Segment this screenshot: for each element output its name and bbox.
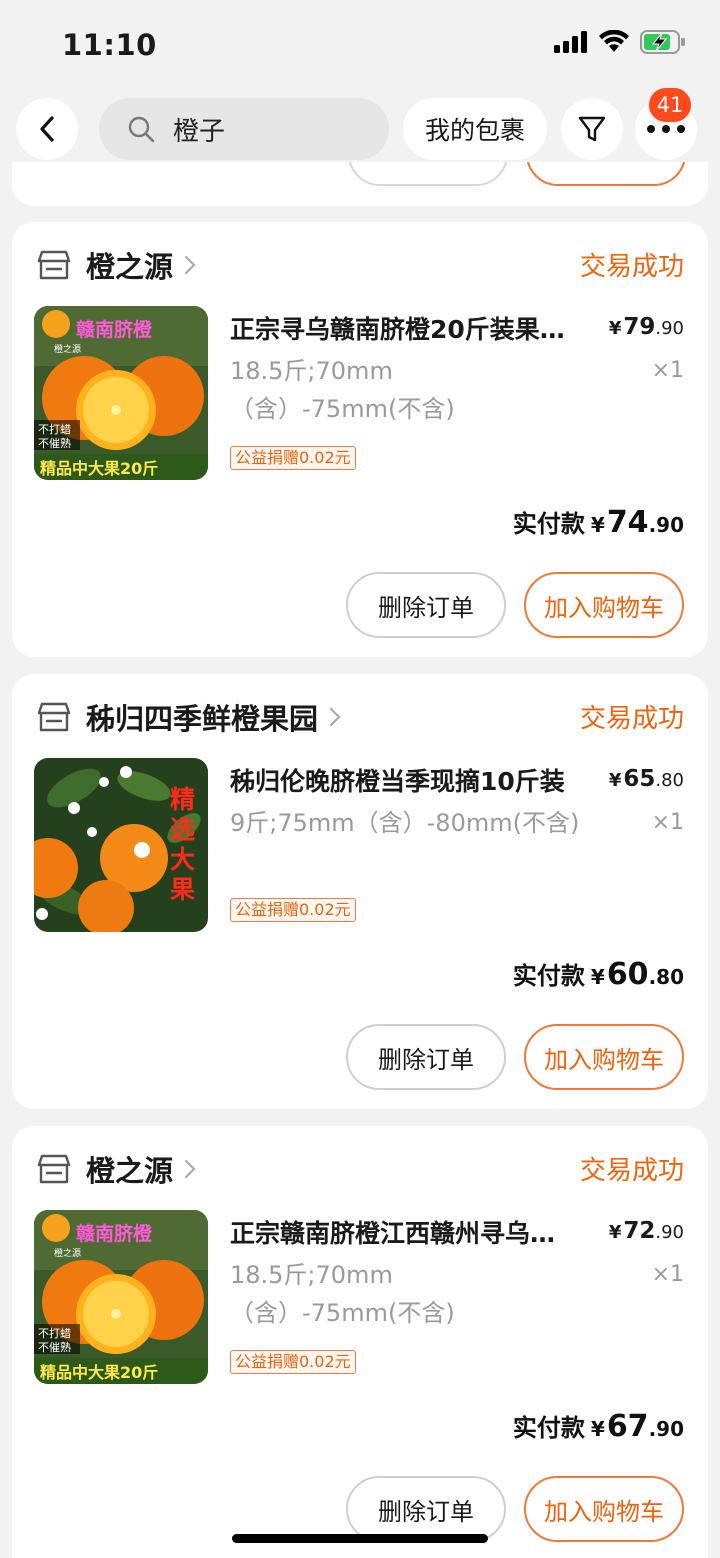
shop-name: 橙之源 (86, 1154, 174, 1188)
product-thumbnail[interactable]: 橙之源 赣南脐橙 不打蜡 不催熟 精品中大果20斤 (34, 306, 208, 480)
thumb-tag-2: 不催熟 (38, 1340, 71, 1354)
product-spec: 18.5斤;70mm（含）-75mm(不含) (230, 1261, 455, 1327)
thumb-char-2: 选 (170, 815, 195, 844)
thumb-char-1: 精 (170, 785, 195, 814)
product-title[interactable]: 正宗赣南脐橙江西赣州寻乌脐橙 (230, 1214, 576, 1250)
chevron-left-icon (40, 116, 54, 142)
charity-badge: 公益捐赠0.02元 (230, 898, 356, 922)
paid-amount: 实付款 ¥ 67 .90 (512, 1409, 684, 1444)
product-quantity: ×1 (651, 810, 684, 835)
status-bar: 11:10 (0, 0, 720, 90)
shop-link[interactable]: 橙之源 (36, 244, 197, 286)
battery-charging-icon (640, 30, 685, 54)
previous-order-card-partial (12, 162, 708, 206)
chevron-right-icon (329, 707, 341, 727)
status-time: 11:10 (62, 28, 157, 62)
my-packages-button[interactable]: 我的包裹 (403, 98, 547, 160)
thumb-banner: 赣南脐橙 (76, 318, 153, 341)
thumb-char-3: 大 (170, 845, 195, 874)
order-status: 交易成功 (579, 1156, 684, 1186)
order-card: 秭归四季鲜橙果园 交易成功 精 选 大 果 秭归伦晚脐橙当季现摘10斤装 ¥65… (12, 674, 708, 1109)
delete-order-button[interactable]: 删除订单 (346, 1476, 506, 1542)
back-button[interactable] (16, 98, 78, 160)
home-indicator[interactable] (232, 1534, 488, 1543)
order-card: 橙之源 交易成功 橙之源 赣南脐橙 不打蜡 不催熟 精品中大果20斤 正宗寻乌赣… (12, 222, 708, 657)
product-spec: 9斤;75mm（含）-80mm(不含) (230, 809, 580, 837)
signal-icon (554, 31, 587, 53)
filter-button[interactable] (561, 98, 623, 160)
charity-badge: 公益捐赠0.02元 (230, 446, 356, 470)
delete-order-button[interactable]: 删除订单 (346, 1024, 506, 1090)
filter-icon (578, 116, 606, 142)
search-icon (128, 116, 155, 143)
thumb-footer: 精品中大果20斤 (40, 459, 158, 478)
thumb-char-4: 果 (170, 875, 195, 904)
add-to-cart-button[interactable]: 加入购物车 (524, 1476, 684, 1542)
orange-product-image: 橙之源 赣南脐橙 不打蜡 不催熟 精品中大果20斤 (34, 306, 208, 480)
thumb-tag-2: 不催熟 (38, 436, 71, 450)
shop-name: 橙之源 (86, 250, 174, 284)
shop-link[interactable]: 秭归四季鲜橙果园 (36, 696, 342, 738)
store-icon (37, 702, 71, 732)
more-dots-icon (647, 125, 685, 133)
add-to-cart-button-partial[interactable] (526, 162, 686, 186)
orange-tree-product-image: 精 选 大 果 (34, 758, 208, 932)
shop-name: 秭归四季鲜橙果园 (86, 702, 319, 736)
product-quantity: ×1 (651, 1262, 684, 1287)
chevron-right-icon (184, 255, 196, 275)
header: 橙子 我的包裹 (0, 96, 720, 162)
status-icons (554, 30, 686, 54)
product-spec: 18.5斤;70mm（含）-75mm(不含) (230, 357, 455, 423)
product-title[interactable]: 秭归伦晚脐橙当季现摘10斤装 (230, 762, 576, 798)
search-input[interactable]: 橙子 (99, 98, 389, 160)
thumb-brand: 橙之源 (54, 343, 81, 355)
chevron-right-icon (184, 1159, 196, 1179)
store-icon (37, 250, 71, 280)
paid-amount: 实付款 ¥ 60 .80 (512, 957, 684, 992)
charity-badge: 公益捐赠0.02元 (230, 1350, 356, 1374)
thumb-footer: 精品中大果20斤 (40, 1363, 158, 1382)
product-price: ¥65.80 (608, 766, 684, 792)
orange-product-image: 橙之源 赣南脐橙 不打蜡 不催熟 精品中大果20斤 (34, 1210, 208, 1384)
thumb-tag-1: 不打蜡 (38, 422, 71, 436)
thumb-brand: 橙之源 (54, 1247, 81, 1259)
product-quantity: ×1 (651, 358, 684, 383)
thumb-tag-1: 不打蜡 (38, 1326, 71, 1340)
paid-amount: 实付款 ¥ 74 .90 (512, 505, 684, 540)
product-thumbnail[interactable]: 橙之源 赣南脐橙 不打蜡 不催熟 精品中大果20斤 (34, 1210, 208, 1384)
product-price: ¥72.90 (608, 1218, 684, 1244)
store-icon (37, 1154, 71, 1184)
notification-badge: 41 (647, 86, 693, 124)
wifi-icon (599, 30, 629, 52)
product-title[interactable]: 正宗寻乌赣南脐橙20斤装果冻橙 (230, 310, 576, 346)
shop-link[interactable]: 橙之源 (36, 1148, 197, 1190)
delete-order-button-partial[interactable] (348, 162, 508, 186)
order-status: 交易成功 (579, 704, 684, 734)
order-card: 橙之源 交易成功 橙之源 赣南脐橙 不打蜡 不催熟 精品中大果20斤 正宗赣南脐… (12, 1126, 708, 1558)
add-to-cart-button[interactable]: 加入购物车 (524, 1024, 684, 1090)
add-to-cart-button[interactable]: 加入购物车 (524, 572, 684, 638)
thumb-banner: 赣南脐橙 (76, 1222, 153, 1245)
product-price: ¥79.90 (608, 314, 684, 340)
order-status: 交易成功 (579, 252, 684, 282)
product-thumbnail[interactable]: 精 选 大 果 (34, 758, 208, 932)
search-query: 橙子 (173, 116, 226, 147)
delete-order-button[interactable]: 删除订单 (346, 572, 506, 638)
